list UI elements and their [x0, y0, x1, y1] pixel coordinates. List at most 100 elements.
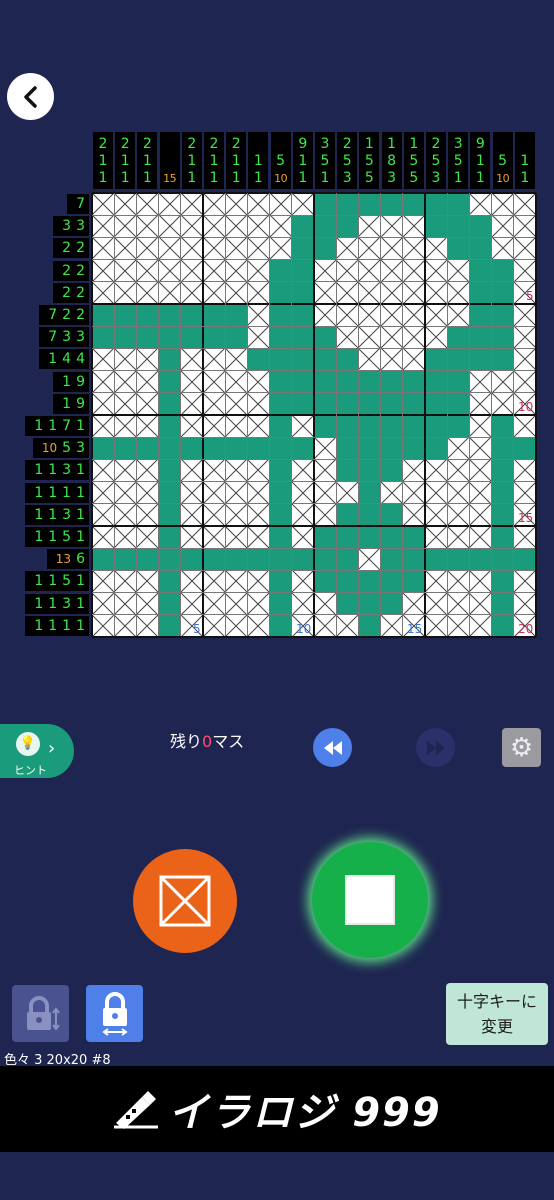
- grid-cell-crossed[interactable]: [202, 614, 226, 638]
- grid-cell-filled[interactable]: [425, 548, 448, 571]
- grid-cell-crossed[interactable]: [136, 237, 159, 260]
- grid-cell-crossed[interactable]: [136, 281, 159, 305]
- grid-cell-crossed[interactable]: [313, 459, 337, 482]
- grid-cell-crossed[interactable]: [380, 281, 403, 305]
- grid-cell-filled[interactable]: [269, 548, 292, 571]
- grid-cell-crossed[interactable]: [424, 259, 448, 282]
- grid-cell-filled[interactable]: [158, 503, 181, 526]
- grid-cell-crossed[interactable]: [469, 592, 492, 615]
- grid-cell-crossed[interactable]: [358, 547, 381, 571]
- grid-cell-crossed[interactable]: [180, 392, 204, 416]
- grid-cell-filled[interactable]: [269, 304, 292, 327]
- grid-cell-crossed[interactable]: [469, 614, 492, 638]
- grid-cell-crossed[interactable]: [402, 214, 426, 238]
- grid-cell-filled[interactable]: [491, 481, 514, 504]
- grid-cell-crossed[interactable]: [402, 325, 426, 349]
- grid-cell-crossed[interactable]: [469, 392, 492, 416]
- grid-cell-crossed[interactable]: [247, 325, 270, 349]
- grid-cell-crossed[interactable]: [513, 303, 537, 327]
- grid-cell-crossed[interactable]: [113, 570, 137, 593]
- grid-cell-filled[interactable]: [158, 415, 181, 438]
- grid-cell-crossed[interactable]: [446, 459, 470, 482]
- grid-cell-crossed[interactable]: [136, 392, 159, 416]
- grid-cell-crossed[interactable]: [180, 481, 204, 504]
- grid-cell-crossed[interactable]: [91, 214, 115, 238]
- grid-cell-filled[interactable]: [402, 437, 425, 460]
- grid-cell-filled[interactable]: [402, 370, 425, 393]
- grid-cell-filled[interactable]: [269, 392, 292, 415]
- grid-cell-crossed[interactable]: [513, 192, 537, 216]
- undo-button[interactable]: [313, 728, 352, 767]
- grid-cell-filled[interactable]: [269, 592, 292, 615]
- grid-cell-filled[interactable]: [380, 592, 403, 615]
- grid-cell-crossed[interactable]: [424, 481, 448, 504]
- grid-cell-crossed[interactable]: [335, 259, 359, 282]
- grid-cell-crossed[interactable]: [247, 481, 270, 504]
- grid-cell-filled[interactable]: [225, 437, 248, 460]
- grid-cell-crossed[interactable]: [513, 414, 537, 438]
- grid-cell-crossed[interactable]: [113, 281, 137, 305]
- grid-cell-crossed[interactable]: [113, 459, 137, 482]
- grid-cell-crossed[interactable]: [202, 214, 226, 238]
- grid-cell-filled[interactable]: [336, 348, 359, 371]
- grid-cell-crossed[interactable]: [380, 614, 403, 638]
- grid-cell-filled[interactable]: [336, 548, 359, 571]
- grid-cell-filled[interactable]: [469, 326, 492, 349]
- grid-cell-filled[interactable]: [314, 237, 337, 260]
- horizontal-lock-button[interactable]: [86, 985, 143, 1042]
- grid-cell-filled[interactable]: [358, 503, 381, 526]
- grid-cell-crossed[interactable]: [247, 592, 270, 615]
- grid-cell-crossed[interactable]: [424, 525, 448, 549]
- grid-cell-crossed[interactable]: [491, 192, 514, 216]
- grid-cell-filled[interactable]: [358, 437, 381, 460]
- grid-cell-crossed[interactable]: [247, 392, 270, 416]
- grid-cell-filled[interactable]: [447, 392, 470, 415]
- grid-cell-crossed[interactable]: [269, 214, 292, 238]
- grid-cell-crossed[interactable]: [180, 281, 204, 305]
- grid-cell-filled[interactable]: [358, 592, 381, 615]
- grid-cell-crossed[interactable]: [202, 481, 226, 504]
- grid-cell-filled[interactable]: [291, 370, 314, 393]
- grid-cell-crossed[interactable]: [113, 592, 137, 615]
- grid-cell-crossed[interactable]: [180, 414, 204, 438]
- grid-cell-filled[interactable]: [469, 304, 492, 327]
- grid-cell-crossed[interactable]: [402, 459, 426, 482]
- grid-cell-crossed[interactable]: [113, 392, 137, 416]
- grid-cell-crossed[interactable]: [136, 414, 159, 438]
- grid-cell-filled[interactable]: [269, 526, 292, 549]
- grid-cell-filled[interactable]: [358, 392, 381, 415]
- grid-cell-crossed[interactable]: [291, 570, 315, 593]
- grid-cell-crossed[interactable]: [113, 370, 137, 393]
- grid-cell-filled[interactable]: [336, 570, 359, 593]
- grid-cell-crossed[interactable]: [380, 259, 403, 282]
- back-button[interactable]: [7, 73, 54, 120]
- grid-cell-crossed[interactable]: [358, 237, 381, 260]
- grid-cell-crossed[interactable]: [224, 459, 248, 482]
- grid-cell-filled[interactable]: [136, 548, 159, 571]
- grid-cell-crossed[interactable]: [158, 259, 181, 282]
- grid-cell-filled[interactable]: [425, 348, 448, 371]
- grid-cell-filled[interactable]: [269, 326, 292, 349]
- grid-cell-crossed[interactable]: [424, 592, 448, 615]
- grid-cell-crossed[interactable]: [136, 192, 159, 216]
- grid-cell-filled[interactable]: [114, 304, 137, 327]
- grid-cell-crossed[interactable]: [358, 214, 381, 238]
- grid-cell-crossed[interactable]: [313, 614, 337, 638]
- grid-cell-filled[interactable]: [425, 193, 448, 216]
- grid-cell-filled[interactable]: [380, 503, 403, 526]
- grid-cell-filled[interactable]: [314, 215, 337, 238]
- grid-cell-crossed[interactable]: [113, 614, 137, 638]
- grid-cell-filled[interactable]: [358, 415, 381, 438]
- grid-cell-filled[interactable]: [269, 259, 292, 282]
- grid-cell-crossed[interactable]: [202, 370, 226, 393]
- grid-cell-filled[interactable]: [92, 326, 115, 349]
- grid-cell-crossed[interactable]: [247, 525, 270, 549]
- grid-cell-crossed[interactable]: [224, 281, 248, 305]
- grid-cell-filled[interactable]: [269, 281, 292, 304]
- grid-cell-crossed[interactable]: [91, 370, 115, 393]
- grid-cell-crossed[interactable]: [224, 392, 248, 416]
- grid-cell-crossed[interactable]: [202, 192, 226, 216]
- grid-cell-crossed[interactable]: [136, 592, 159, 615]
- grid-cell-crossed[interactable]: [291, 481, 315, 504]
- grid-cell-crossed[interactable]: [247, 614, 270, 638]
